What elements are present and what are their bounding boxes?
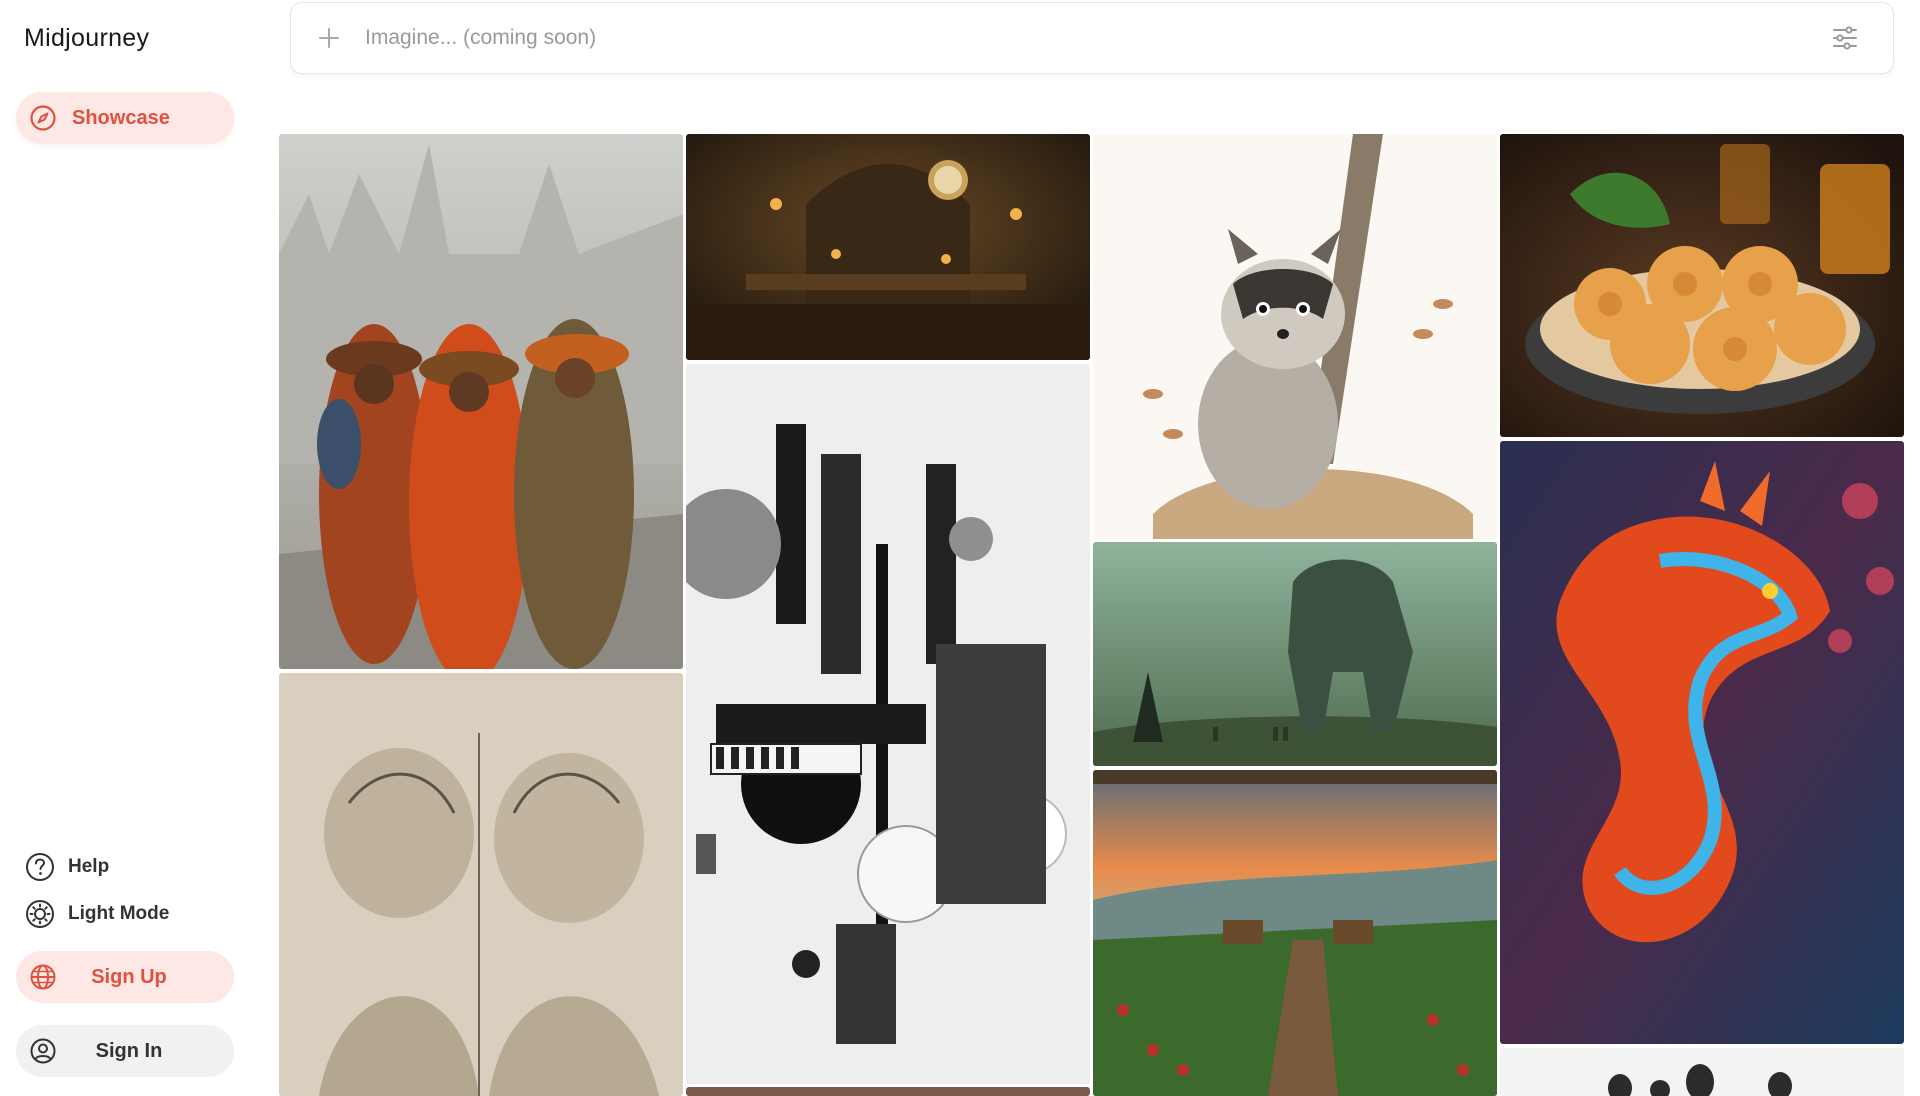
image-raccoon-watercolor: [1093, 134, 1497, 539]
sidebar: Midjourney Showcase Help Light Mode Sign…: [0, 0, 270, 1096]
user-circle-icon: [28, 1036, 58, 1066]
image-monochrome-abstract-city: [686, 364, 1090, 1084]
image-neon-dragon: [1500, 441, 1904, 1044]
question-circle-icon: [24, 851, 56, 883]
settings-sliders-icon[interactable]: [1831, 24, 1859, 52]
app-logo[interactable]: Midjourney: [24, 24, 149, 53]
globe-icon: [28, 962, 58, 992]
image-partial: [686, 1087, 1090, 1096]
gallery-image[interactable]: [1500, 441, 1904, 1044]
plus-icon[interactable]: [317, 26, 341, 50]
sign-in-button[interactable]: Sign In: [16, 1025, 234, 1077]
image-fashion-women-cathedral: [279, 134, 683, 669]
gallery-image[interactable]: [1093, 542, 1497, 766]
image-figures-partial: [1500, 1048, 1904, 1096]
gallery-image[interactable]: [686, 134, 1090, 360]
help-label: Help: [68, 856, 110, 877]
nav-showcase-label: Showcase: [72, 106, 170, 129]
nav-showcase-button[interactable]: Showcase: [16, 92, 234, 144]
light-mode-toggle[interactable]: Light Mode: [24, 897, 169, 931]
compass-icon: [28, 103, 58, 133]
image-sketch-children: [279, 673, 683, 1096]
gallery-image[interactable]: [1500, 1048, 1904, 1096]
image-gothic-clock-hall: [686, 134, 1090, 360]
image-coffee-farm-sunset: [1093, 770, 1497, 1096]
imagine-bar: [290, 2, 1894, 74]
sign-up-button[interactable]: Sign Up: [16, 951, 234, 1003]
sign-in-label: Sign In: [95, 1039, 163, 1062]
image-cheddar-biscuits: [1500, 134, 1904, 437]
gallery-image[interactable]: [686, 1087, 1090, 1096]
sign-up-label: Sign Up: [91, 965, 167, 988]
gallery-image[interactable]: [1093, 770, 1497, 1096]
imagine-input[interactable]: [363, 25, 1831, 51]
gallery-image[interactable]: [1500, 134, 1904, 437]
gallery-image[interactable]: [686, 364, 1090, 1084]
gallery-image[interactable]: [1093, 134, 1497, 539]
light-mode-label: Light Mode: [68, 903, 170, 924]
image-green-fog-mech: [1093, 542, 1497, 766]
showcase-gallery: [0, 0, 1920, 1096]
gallery-image[interactable]: [279, 134, 683, 669]
sun-icon: [24, 898, 56, 930]
help-link[interactable]: Help: [24, 850, 109, 884]
gallery-image[interactable]: [279, 673, 683, 1096]
